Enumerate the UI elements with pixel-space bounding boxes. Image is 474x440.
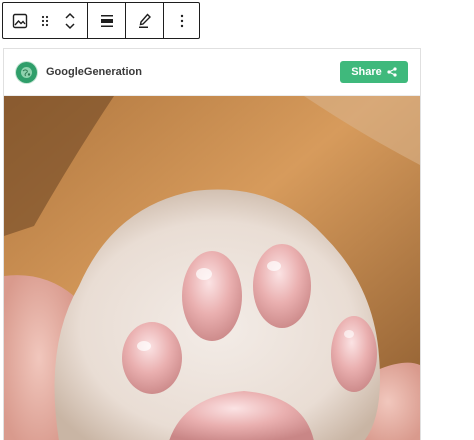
edit-pencil-icon	[138, 12, 151, 28]
block-toolbar	[2, 2, 200, 39]
drag-handle-icon	[41, 15, 49, 26]
embed-card: GoogleGeneration Share	[3, 48, 421, 440]
avatar	[16, 61, 37, 83]
move-up-down-button[interactable]	[53, 3, 87, 38]
drag-handle-button[interactable]	[37, 3, 53, 38]
share-icon	[387, 67, 397, 77]
share-label: Share	[351, 66, 382, 78]
toolbar-group-block	[3, 3, 88, 38]
more-options-icon	[180, 14, 184, 27]
site-name[interactable]: GoogleGeneration	[46, 66, 340, 78]
more-options-button[interactable]	[164, 3, 200, 38]
image-icon	[12, 13, 28, 28]
align-button[interactable]	[88, 3, 125, 38]
globe-icon	[21, 66, 32, 78]
cat-paw-photo[interactable]	[4, 96, 421, 440]
toolbar-group-edit	[126, 3, 164, 38]
move-up-down-icon	[65, 12, 75, 29]
toolbar-group-more	[164, 3, 200, 38]
toolbar-group-align	[88, 3, 126, 38]
share-button[interactable]: Share	[340, 61, 408, 83]
align-icon	[100, 14, 113, 27]
edit-button[interactable]	[126, 3, 163, 38]
image-block-button[interactable]	[3, 3, 37, 38]
card-header: GoogleGeneration Share	[4, 49, 420, 96]
